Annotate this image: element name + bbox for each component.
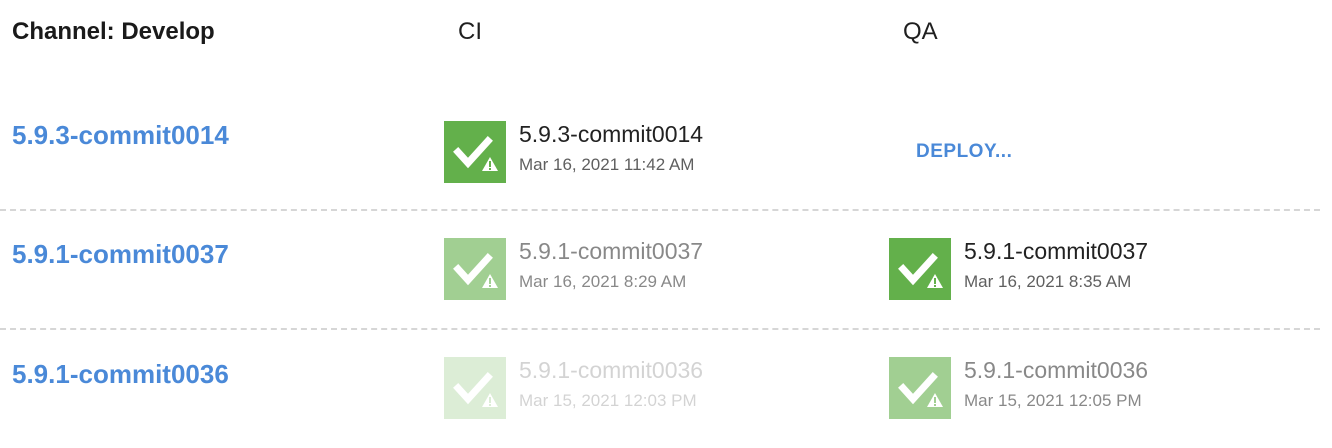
success-with-warning-icon <box>444 357 506 419</box>
deployment-date: Mar 15, 2021 12:05 PM <box>964 391 1142 410</box>
qa-deployment[interactable]: 5.9.1-commit0037 Mar 16, 2021 8:35 AM <box>889 238 1148 300</box>
deployment-details: 5.9.1-commit0036 Mar 15, 2021 12:03 PM <box>519 357 703 412</box>
deployment-details: 5.9.3-commit0014 Mar 16, 2021 11:42 AM <box>519 121 703 176</box>
deployment-version: 5.9.1-commit0037 <box>964 238 1149 264</box>
deployment-date: Mar 16, 2021 8:35 AM <box>964 272 1132 291</box>
ci-deployment[interactable]: 5.9.1-commit0037 Mar 16, 2021 8:29 AM <box>444 238 703 300</box>
qa-deployment[interactable]: 5.9.1-commit0036 Mar 15, 2021 12:05 PM <box>889 357 1148 419</box>
deployment-details: 5.9.1-commit0037 Mar 16, 2021 8:29 AM <box>519 238 703 293</box>
channel-title: Channel: Develop <box>12 18 215 45</box>
release-version-link[interactable]: 5.9.1-commit0036 <box>12 358 229 390</box>
deployment-version: 5.9.3-commit0014 <box>519 121 704 147</box>
environment-header-qa: QA <box>903 18 938 45</box>
ci-deployment[interactable]: 5.9.1-commit0036 Mar 15, 2021 12:03 PM <box>444 357 703 419</box>
dashboard-header: Channel: Develop CI QA <box>0 0 1332 64</box>
success-with-warning-icon <box>889 357 951 419</box>
release-version-link[interactable]: 5.9.3-commit0014 <box>12 119 229 151</box>
deployment-details: 5.9.1-commit0037 Mar 16, 2021 8:35 AM <box>964 238 1148 293</box>
release-version-link[interactable]: 5.9.1-commit0037 <box>12 238 229 270</box>
deployment-version: 5.9.1-commit0037 <box>519 238 704 264</box>
success-with-warning-icon <box>444 121 506 183</box>
environment-header-ci: CI <box>458 18 482 45</box>
success-with-warning-icon <box>444 238 506 300</box>
release-row: 5.9.1-commit0037 5.9.1-commit0037 Mar 16… <box>0 211 1320 329</box>
success-with-warning-icon <box>889 238 951 300</box>
deployment-details: 5.9.1-commit0036 Mar 15, 2021 12:05 PM <box>964 357 1148 412</box>
deployment-version: 5.9.1-commit0036 <box>519 357 704 383</box>
deploy-button[interactable]: DEPLOY... <box>916 140 1012 164</box>
release-row: 5.9.3-commit0014 5.9.3-commit0014 Mar 16… <box>0 92 1320 210</box>
deployment-date: Mar 16, 2021 8:29 AM <box>519 272 687 291</box>
ci-deployment[interactable]: 5.9.3-commit0014 Mar 16, 2021 11:42 AM <box>444 121 703 183</box>
deployment-date: Mar 16, 2021 11:42 AM <box>519 155 695 174</box>
deployment-date: Mar 15, 2021 12:03 PM <box>519 391 697 410</box>
deployment-version: 5.9.1-commit0036 <box>964 357 1149 383</box>
release-row: 5.9.1-commit0036 5.9.1-commit0036 Mar 15… <box>0 330 1320 448</box>
